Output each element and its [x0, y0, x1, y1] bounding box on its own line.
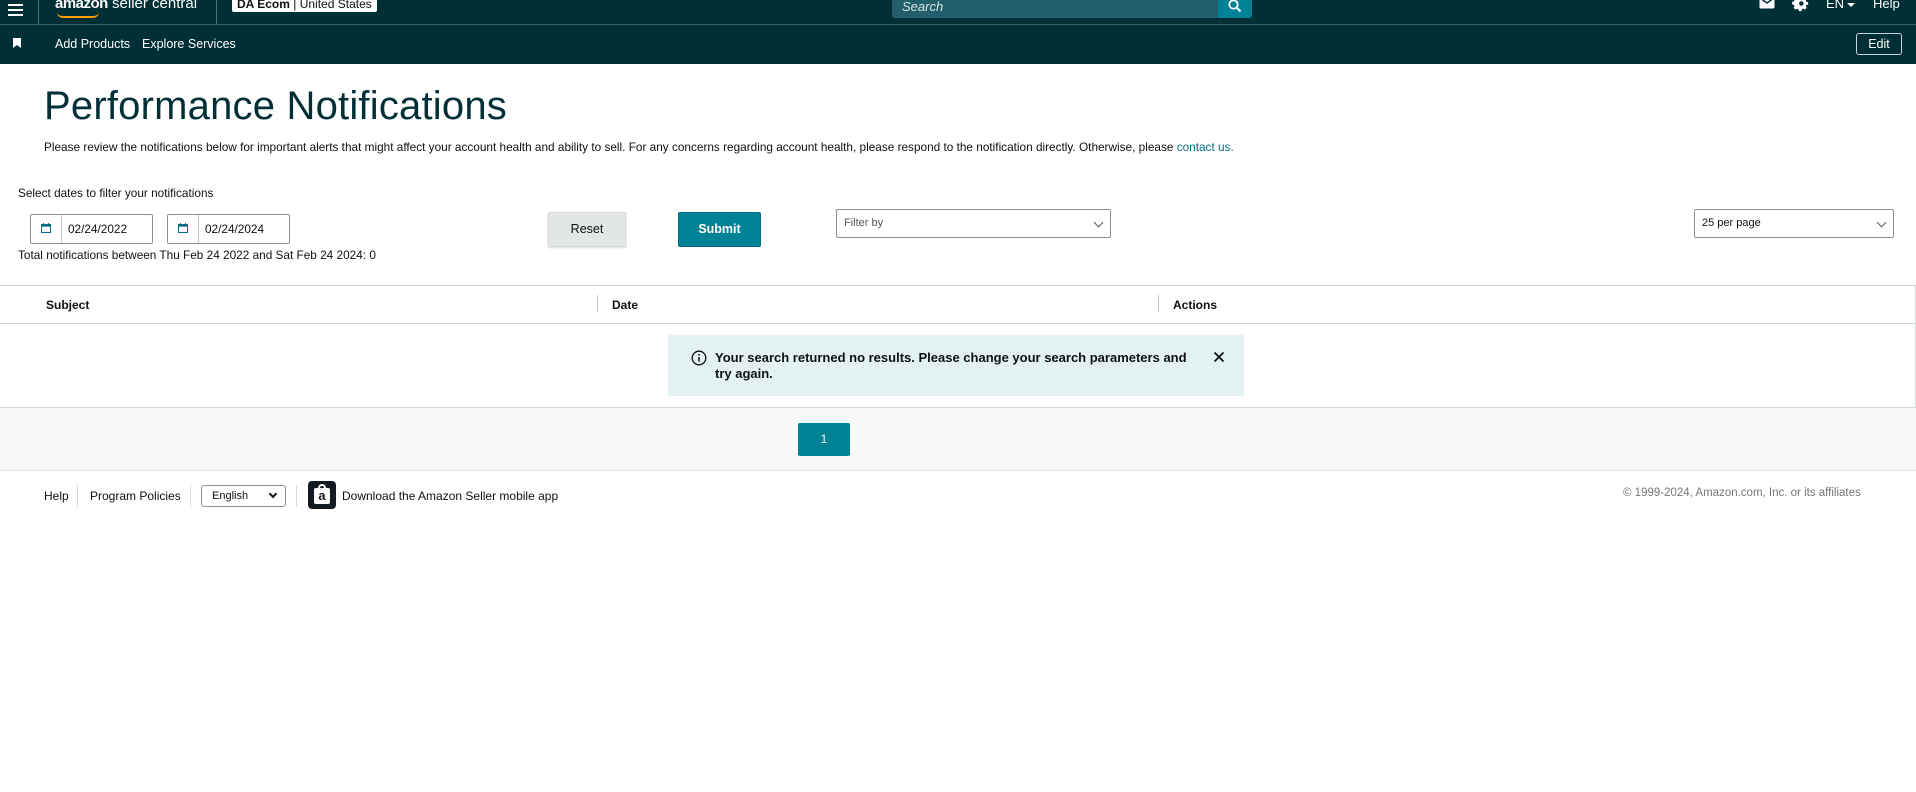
end-date-picker[interactable] [167, 214, 290, 244]
close-icon[interactable] [1213, 351, 1225, 363]
logo-brand: amazon [55, 0, 108, 12]
chevron-down-icon [268, 489, 278, 499]
submit-button[interactable]: Submit [678, 212, 761, 247]
end-date-input[interactable] [200, 215, 288, 243]
search-icon [1228, 0, 1242, 13]
no-results-alert: Your search returned no results. Please … [668, 335, 1244, 396]
header-divider [38, 0, 39, 24]
amazon-app-icon[interactable]: a [308, 481, 336, 509]
gear-icon[interactable] [1792, 0, 1809, 12]
per-page-label: 25 per page [1702, 217, 1761, 229]
help-link[interactable]: Help [1873, 0, 1900, 11]
header-divider [216, 0, 217, 24]
chevron-down-icon [1093, 217, 1104, 228]
calendar-icon [178, 223, 188, 233]
language-selector[interactable]: EN [1826, 0, 1856, 11]
calendar-button[interactable] [168, 215, 199, 243]
secondary-nav: Add Products Explore Services Edit [0, 24, 1916, 64]
nav-explore-services[interactable]: Explore Services [142, 37, 236, 51]
contact-us-link[interactable]: contact us. [1177, 140, 1234, 154]
footer-program-policies-link[interactable]: Program Policies [90, 489, 181, 503]
calendar-icon [41, 223, 51, 233]
search-button[interactable] [1218, 0, 1252, 18]
footer-help-link[interactable]: Help [44, 489, 69, 503]
bookmark-icon[interactable] [13, 38, 21, 48]
seller-central-logo[interactable]: amazon seller central [55, 0, 198, 18]
top-header: amazon seller central DA Ecom | United S… [0, 0, 1916, 24]
account-name: DA Ecom [237, 0, 290, 11]
footer-language-select[interactable]: English [201, 485, 286, 507]
total-notifications-text: Total notifications between Thu Feb 24 2… [18, 248, 376, 262]
info-icon [691, 350, 707, 366]
mail-icon[interactable] [1759, 0, 1775, 9]
page-title: Performance Notifications [44, 84, 507, 128]
footer-copyright: © 1999-2024, Amazon.com, Inc. or its aff… [1623, 487, 1861, 499]
footer-app-download-link[interactable]: Download the Amazon Seller mobile app [342, 489, 558, 503]
hamburger-menu-icon[interactable] [8, 0, 26, 22]
footer-divider [190, 485, 191, 507]
footer-divider [77, 485, 78, 507]
filter-by-dropdown[interactable]: Filter by [836, 209, 1111, 238]
description-text: Please review the notifications below fo… [44, 140, 1177, 154]
footer-divider [296, 485, 297, 507]
start-date-input[interactable] [63, 215, 151, 243]
column-subject[interactable]: Subject [46, 298, 89, 312]
calendar-button[interactable] [31, 215, 62, 243]
account-switcher[interactable]: DA Ecom | United States [232, 0, 377, 12]
reset-button[interactable]: Reset [548, 212, 626, 247]
chevron-down-icon [1876, 217, 1887, 228]
notifications-table-header: Subject Date Actions [0, 285, 1916, 324]
logo-product: seller central [107, 0, 198, 12]
app-icon-bag: a [314, 488, 330, 504]
start-date-picker[interactable] [30, 214, 153, 244]
filter-by-label: Filter by [844, 217, 884, 229]
pagination-bar [0, 408, 1916, 471]
search-box[interactable] [892, 0, 1218, 18]
nav-add-products[interactable]: Add Products [55, 37, 130, 51]
logo-smile [57, 12, 99, 18]
caret-down-icon [1847, 2, 1856, 7]
page-description: Please review the notifications below fo… [44, 140, 1234, 154]
edit-nav-button[interactable]: Edit [1856, 33, 1902, 55]
no-results-message: Your search returned no results. Please … [715, 350, 1187, 381]
account-region: United States [299, 0, 372, 11]
column-divider [1158, 295, 1159, 312]
column-actions[interactable]: Actions [1173, 298, 1217, 312]
page-number-button[interactable]: 1 [798, 423, 850, 456]
per-page-dropdown[interactable]: 25 per page [1694, 209, 1894, 238]
language-code: EN [1826, 0, 1845, 11]
column-divider [597, 295, 598, 312]
column-date[interactable]: Date [612, 298, 638, 312]
search-input[interactable] [892, 0, 1218, 18]
date-filter-label: Select dates to filter your notification… [18, 186, 214, 200]
footer-language-value: English [212, 490, 249, 502]
